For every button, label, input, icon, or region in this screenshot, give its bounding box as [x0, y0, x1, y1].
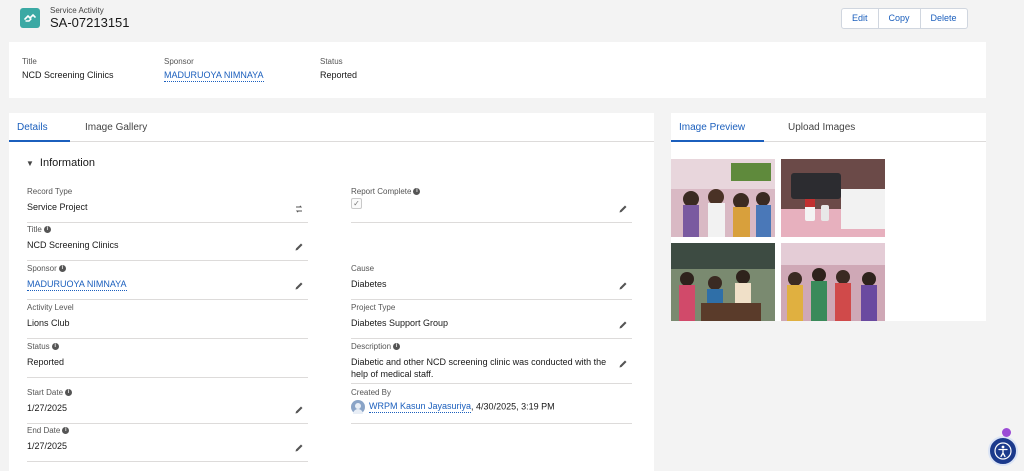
active-tab-indicator — [671, 140, 764, 142]
edit-pencil-icon[interactable] — [618, 359, 628, 369]
field-value: Diabetes Support Group — [351, 318, 449, 328]
field-value: 1/27/2025 — [27, 403, 68, 413]
field-value: Reported — [27, 357, 65, 367]
info-icon[interactable]: i — [58, 265, 66, 272]
accessibility-button[interactable] — [988, 436, 1018, 466]
field-label: End Date — [27, 426, 61, 435]
details-tabs: Details Image Gallery — [9, 113, 654, 142]
copy-button[interactable]: Copy — [877, 9, 920, 28]
field-value: Diabetic and other NCD screening clinic … — [351, 357, 607, 379]
tab-image-gallery[interactable]: Image Gallery — [85, 122, 147, 133]
highlight-title-value: NCD Screening Clinics — [22, 70, 114, 80]
field-cause: Cause Diabetes — [351, 262, 632, 300]
info-icon[interactable]: i — [413, 188, 421, 195]
edit-pencil-icon[interactable] — [618, 204, 628, 214]
image-thumbnail[interactable] — [671, 159, 775, 237]
info-icon[interactable]: i — [393, 343, 401, 350]
info-icon[interactable]: i — [43, 226, 51, 233]
field-label: Start Date — [27, 388, 64, 397]
section-title: Information — [39, 157, 95, 169]
highlight-sponsor: Sponsor MADURUOYA NIMNAYA — [164, 57, 264, 82]
active-tab-indicator — [9, 140, 70, 142]
field-activity-level: Activity Level Lions Club — [27, 301, 308, 339]
field-end-date: End Date i 1/27/2025 — [27, 424, 308, 462]
field-label: Report Complete — [351, 187, 412, 196]
notification-badge — [1002, 428, 1011, 437]
field-record-type: Record Type Service Project — [27, 185, 308, 223]
image-thumbnail[interactable] — [671, 243, 775, 321]
edit-pencil-icon[interactable] — [294, 242, 304, 252]
field-created-by: Created By WRPM Kasun Jayasuriya, 4/30/2… — [351, 386, 632, 424]
record-actions: Edit Copy Delete — [841, 8, 968, 29]
tab-details[interactable]: Details — [17, 122, 48, 133]
field-value: 1/27/2025 — [27, 441, 68, 451]
image-thumbnail[interactable] — [781, 243, 885, 321]
service-activity-icon — [20, 8, 40, 28]
sponsor-link[interactable]: MADURUOYA NIMNAYA — [27, 279, 127, 291]
created-by-user-link[interactable]: WRPM Kasun Jayasuriya — [369, 401, 472, 414]
created-date: , 4/30/2025, 3:19 PM — [471, 401, 555, 412]
field-description: Description i Diabetic and other NCD scr… — [351, 340, 632, 384]
info-icon[interactable]: i — [62, 427, 70, 434]
edit-pencil-icon[interactable] — [618, 320, 628, 330]
field-label: Title — [27, 225, 42, 234]
image-preview-card: Image Preview Upload Images — [671, 113, 986, 321]
field-label: Activity Level — [27, 303, 74, 312]
preview-tabs: Image Preview Upload Images — [671, 113, 986, 142]
chevron-down-icon: ▼ — [26, 158, 34, 168]
field-value: NCD Screening Clinics — [27, 240, 119, 250]
edit-pencil-icon[interactable] — [294, 443, 304, 453]
tab-upload-images[interactable]: Upload Images — [788, 122, 855, 133]
highlight-status-label: Status — [320, 57, 343, 66]
field-label: Sponsor — [27, 264, 57, 273]
highlight-sponsor-link[interactable]: MADURUOYA NIMNAYA — [164, 70, 264, 82]
highlights-panel: Title NCD Screening Clinics Sponsor MADU… — [9, 42, 986, 98]
report-complete-checkbox[interactable]: ✓ — [351, 198, 362, 209]
info-icon[interactable]: i — [65, 389, 73, 396]
field-label: Project Type — [351, 303, 396, 312]
edit-pencil-icon[interactable] — [618, 281, 628, 291]
delete-button[interactable]: Delete — [919, 9, 967, 28]
highlight-title: Title NCD Screening Clinics — [22, 57, 114, 80]
field-value: Lions Club — [27, 318, 70, 328]
highlight-sponsor-label: Sponsor — [164, 57, 194, 66]
section-information-toggle[interactable]: ▼ Information — [26, 157, 95, 169]
edit-button[interactable]: Edit — [842, 9, 878, 28]
field-project-type: Project Type Diabetes Support Group — [351, 301, 632, 339]
field-label: Cause — [351, 264, 375, 273]
field-start-date: Start Date i 1/27/2025 — [27, 386, 308, 424]
field-value: Diabetes — [351, 279, 387, 289]
tab-image-preview[interactable]: Image Preview — [679, 122, 745, 133]
highlight-title-label: Title — [22, 57, 37, 66]
change-record-type-icon[interactable] — [294, 204, 304, 214]
highlight-status: Status Reported — [320, 57, 357, 80]
record-name: SA-07213151 — [50, 15, 130, 30]
field-report-complete: Report Complete i ✓ — [351, 185, 632, 223]
field-title: Title i NCD Screening Clinics — [27, 223, 308, 261]
field-label: Status — [27, 342, 50, 351]
field-value: Service Project — [27, 202, 88, 212]
field-label: Created By — [351, 388, 392, 397]
field-status: Status i Reported — [27, 340, 308, 378]
field-sponsor: Sponsor i MADURUOYA NIMNAYA — [27, 262, 308, 300]
object-type-label: Service Activity — [50, 6, 104, 15]
edit-pencil-icon[interactable] — [294, 281, 304, 291]
user-avatar — [351, 400, 365, 414]
record-header: Service Activity SA-07213151 Edit Copy D… — [0, 0, 1024, 38]
field-label: Record Type — [27, 187, 73, 196]
edit-pencil-icon[interactable] — [294, 405, 304, 415]
highlight-status-value: Reported — [320, 70, 358, 80]
info-icon[interactable]: i — [51, 343, 59, 350]
image-thumbnail[interactable] — [781, 159, 885, 237]
details-card: Details Image Gallery ▼ Information Reco… — [9, 113, 654, 471]
field-label: Description — [351, 342, 392, 351]
accessibility-icon — [994, 442, 1012, 460]
